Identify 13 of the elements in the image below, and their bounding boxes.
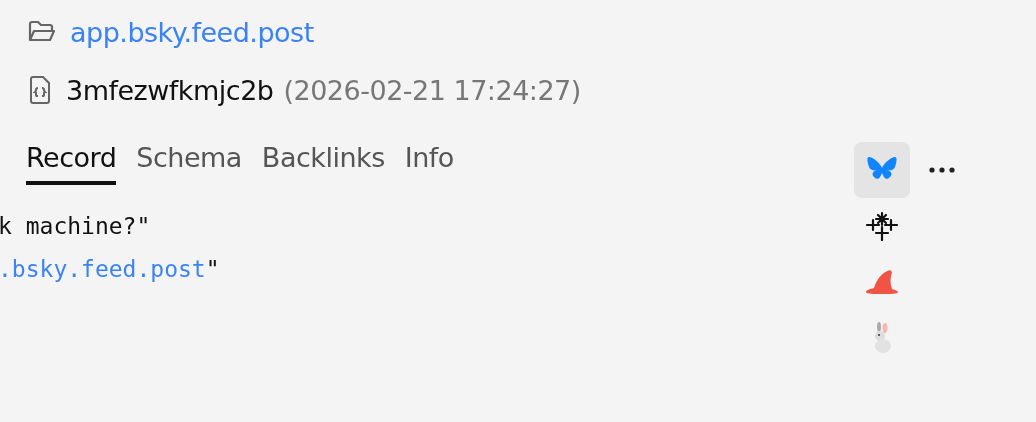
record-key: 3mfezwfkmjc2b bbox=[66, 74, 274, 106]
tab[interactable]: Record bbox=[26, 142, 117, 185]
code-line: .bsky.feed.post" bbox=[0, 255, 221, 284]
record-timestamp: (2026-02-21 17:24:27) bbox=[283, 74, 581, 106]
sparkles-icon bbox=[866, 211, 898, 241]
file-braces-icon bbox=[28, 76, 52, 104]
code-line: k machine?" bbox=[0, 212, 152, 241]
folder-icon bbox=[28, 20, 56, 44]
tab[interactable]: Schema bbox=[136, 142, 242, 185]
hat-icon bbox=[865, 269, 899, 295]
tab[interactable]: Info bbox=[404, 142, 454, 185]
more-icon bbox=[929, 167, 955, 173]
tab[interactable]: Backlinks bbox=[261, 142, 385, 185]
